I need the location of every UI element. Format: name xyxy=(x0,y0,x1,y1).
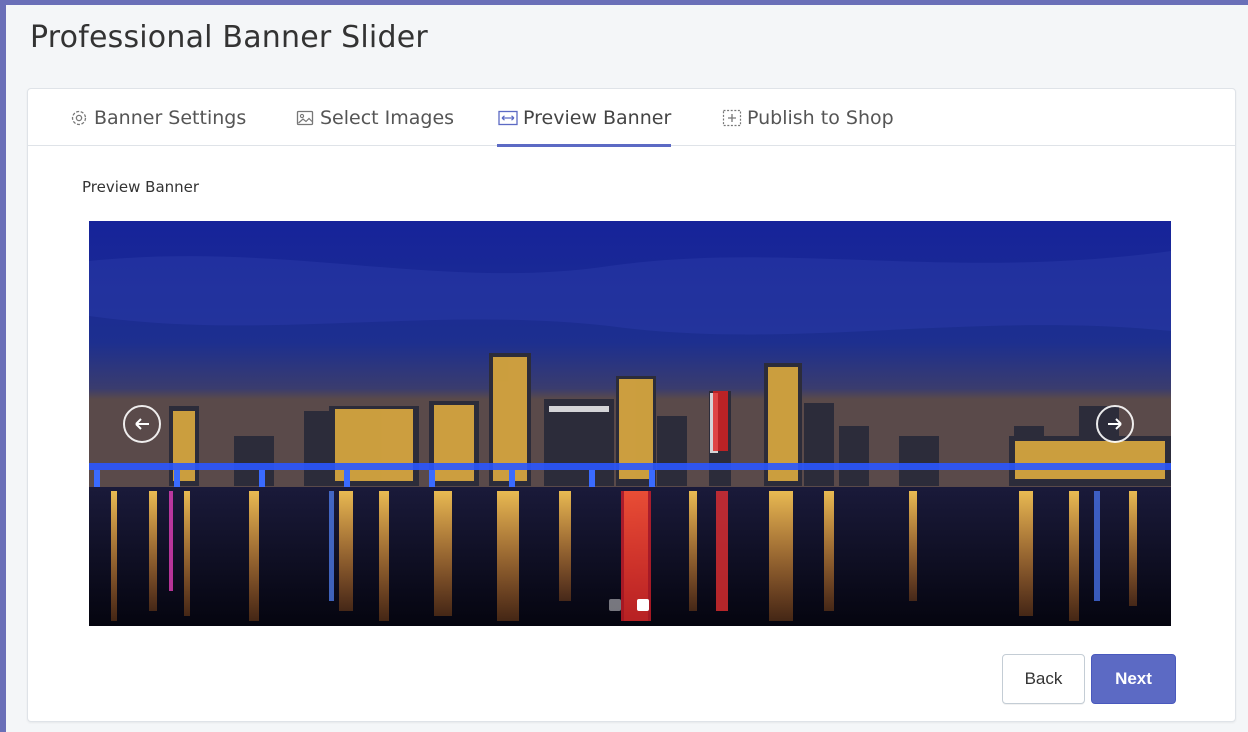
tab-select-images[interactable]: Select Images xyxy=(294,89,454,146)
tab-label: Select Images xyxy=(320,106,455,129)
wizard-tabs: Banner Settings Select Images Preview Ba… xyxy=(28,89,1235,147)
banner-image xyxy=(89,221,1171,626)
page-title: Professional Banner Slider xyxy=(30,20,428,55)
window-frame-top xyxy=(0,0,1248,5)
next-button[interactable]: Next xyxy=(1091,654,1176,704)
tab-preview-banner[interactable]: Preview Banner xyxy=(497,89,672,147)
slider-next-button[interactable] xyxy=(1096,405,1134,443)
gear-icon xyxy=(68,107,90,129)
tab-label: Banner Settings xyxy=(94,106,247,129)
slider-dots xyxy=(609,599,649,611)
section-label: Preview Banner xyxy=(82,178,200,196)
publish-icon xyxy=(721,107,743,129)
window-frame-left xyxy=(0,0,6,732)
slide-dot-1[interactable] xyxy=(609,599,621,611)
preview-icon xyxy=(497,107,519,129)
tab-publish-to-shop[interactable]: Publish to Shop xyxy=(721,89,894,146)
banner-slider[interactable] xyxy=(89,221,1171,626)
arrow-left-icon xyxy=(135,418,149,430)
slide-dot-2[interactable] xyxy=(637,599,649,611)
back-button[interactable]: Back xyxy=(1002,654,1085,704)
tab-banner-settings[interactable]: Banner Settings xyxy=(68,89,246,146)
arrow-right-icon xyxy=(1108,418,1122,430)
tab-label: Publish to Shop xyxy=(747,106,894,129)
slider-prev-button[interactable] xyxy=(123,405,161,443)
wizard-card: Banner Settings Select Images Preview Ba… xyxy=(27,88,1236,722)
tab-label: Preview Banner xyxy=(523,106,672,129)
image-icon xyxy=(294,107,316,129)
